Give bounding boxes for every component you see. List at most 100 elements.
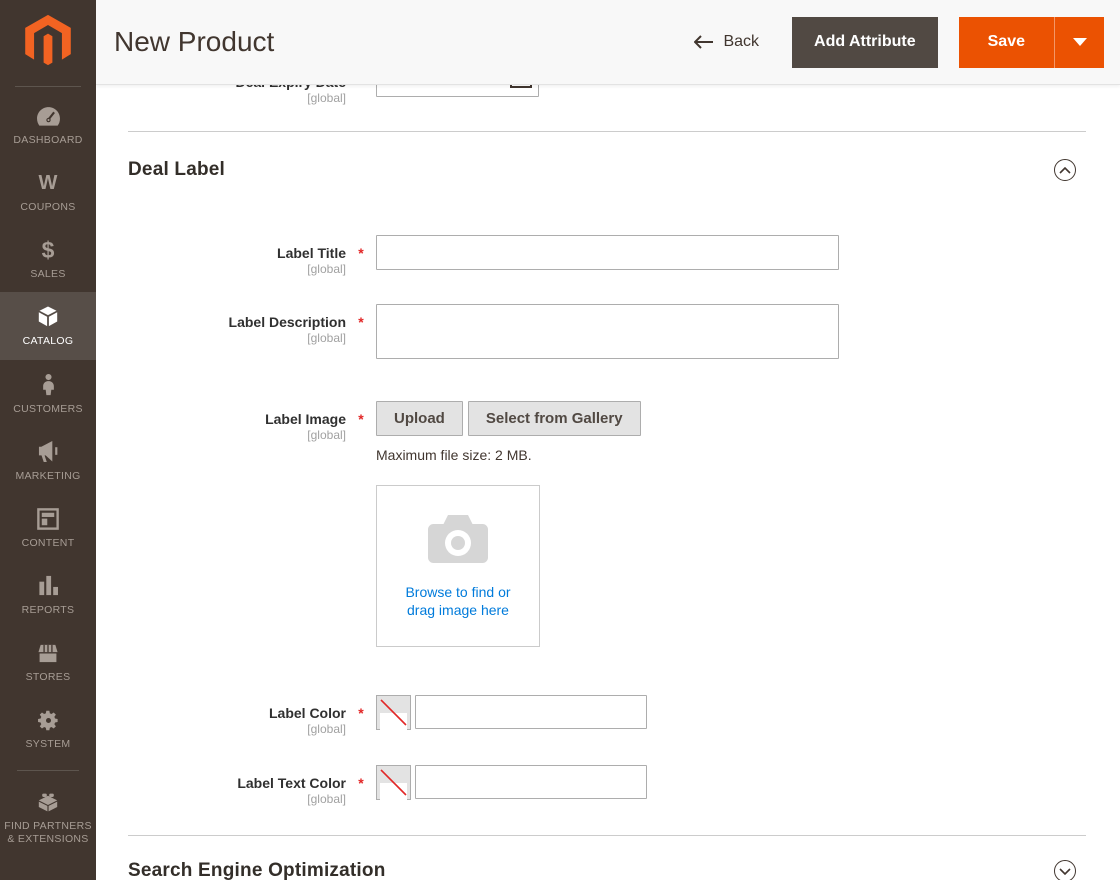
deal-expiry-date-field: Deal Expiry Date [global] — [128, 85, 1086, 105]
header-actions: Back Add Attribute Save — [694, 16, 1104, 68]
sidebar-item-dashboard[interactable]: DASHBOARD — [0, 91, 96, 158]
deal-expiry-date-label: Deal Expiry Date — [128, 85, 347, 90]
sidebar-item-label: STORES — [25, 671, 71, 683]
label-image-buttons: Upload Select from Gallery — [376, 401, 1086, 436]
deal-expiry-date-control — [376, 85, 1086, 97]
sidebar-divider — [17, 770, 79, 772]
sidebar-item-content[interactable]: CONTENT — [0, 494, 96, 561]
save-button[interactable]: Save — [959, 17, 1054, 68]
sidebar-item-customers[interactable]: CUSTOMERS — [0, 360, 96, 427]
add-attribute-button[interactable]: Add Attribute — [792, 16, 938, 68]
dashboard-gauge-icon — [36, 103, 61, 129]
reports-chart-icon — [37, 573, 60, 599]
max-file-size-hint: Maximum file size: 2 MB. — [376, 447, 532, 463]
label-color-input[interactable] — [415, 695, 647, 729]
seo-section-title: Search Engine Optimization — [128, 860, 386, 880]
stores-storefront-icon — [36, 640, 60, 666]
sidebar-item-label: CUSTOMERS — [13, 402, 83, 415]
upload-button[interactable]: Upload — [376, 401, 463, 436]
label-color-scope: [global] — [307, 722, 346, 736]
label-title-label: Label Title — [277, 245, 346, 261]
sidebar-item-coupons[interactable]: W COUPONS — [0, 158, 96, 225]
sidebar-item-label: CONTENT — [21, 536, 75, 549]
deal-label-section-title: Deal Label — [128, 159, 226, 180]
label-description-label: Label Description — [228, 314, 346, 330]
seo-section-header: Search Engine Optimization — [128, 860, 1086, 880]
sidebar-item-label: CATALOG — [22, 335, 74, 348]
sidebar-divider — [15, 86, 81, 87]
magento-logo[interactable] — [21, 13, 75, 74]
chevron-up-icon — [1059, 166, 1071, 174]
label-image-field: Label Image [global] * Upload Select fro… — [128, 401, 1086, 647]
back-arrow-icon — [694, 35, 714, 49]
label-color-swatch[interactable] — [376, 695, 411, 730]
dropzone-browse-link[interactable]: Browse to find or drag image here — [394, 583, 522, 619]
sidebar-item-label: REPORTS — [21, 603, 75, 616]
sidebar-item-stores[interactable]: STORES — [0, 628, 96, 695]
sidebar-item-label: MARKETING — [15, 469, 81, 482]
back-button[interactable]: Back — [694, 33, 759, 51]
sidebar-item-reports[interactable]: REPORTS — [0, 561, 96, 628]
section-divider — [128, 131, 1086, 132]
sidebar-item-marketing[interactable]: MARKETING — [0, 427, 96, 494]
save-options-toggle[interactable] — [1054, 16, 1104, 68]
sidebar-item-label: SYSTEM — [25, 738, 71, 751]
sidebar-item-label: FIND PARTNERS & EXTENSIONS — [4, 820, 92, 846]
required-marker: * — [358, 245, 364, 261]
sidebar-item-catalog[interactable]: CATALOG — [0, 292, 96, 360]
label-text-color-scope: [global] — [307, 792, 346, 806]
sales-dollar-icon: $ — [41, 236, 55, 263]
label-title-field: Label Title [global] * — [128, 235, 1086, 276]
label-color-field: Label Color [global] * — [128, 695, 1086, 736]
no-color-icon — [380, 699, 407, 730]
save-split-button: Save — [958, 16, 1104, 68]
label-color-label: Label Color — [268, 705, 346, 721]
label-text-color-field: Label Text Color [global] * — [128, 765, 1086, 806]
required-marker: * — [358, 705, 364, 721]
label-image-scope: [global] — [307, 428, 346, 442]
sidebar-item-find-partners[interactable]: FIND PARTNERS & EXTENSIONS — [0, 777, 96, 857]
extensions-icon — [36, 789, 60, 815]
label-description-input[interactable] — [376, 304, 839, 359]
admin-sidebar: DASHBOARD W COUPONS $ SALES CATALOG CUST… — [0, 0, 96, 880]
required-marker: * — [358, 411, 364, 427]
calendar-icon[interactable] — [510, 85, 532, 88]
magento-logo-icon — [25, 14, 71, 66]
back-button-label: Back — [723, 33, 760, 50]
page-title: New Product — [114, 26, 275, 57]
main-content: Deal Expiry Date [global] — [96, 85, 1120, 880]
collapse-section-button[interactable] — [1054, 159, 1076, 181]
required-marker: * — [358, 314, 364, 330]
label-text-color-label: Label Text Color — [237, 775, 346, 791]
label-text-color-input[interactable] — [415, 765, 647, 799]
label-description-field: Label Description [global] * — [128, 304, 1086, 364]
label-text-color-swatch[interactable] — [376, 765, 411, 800]
sidebar-item-label: SALES — [30, 268, 66, 281]
system-gear-icon — [37, 707, 60, 733]
image-dropzone[interactable]: Browse to find or drag image here — [376, 485, 540, 647]
deal-label-section-header: Deal Label — [128, 159, 1086, 181]
sidebar-item-system[interactable]: SYSTEM — [0, 695, 96, 762]
no-color-icon — [380, 769, 407, 800]
label-title-input[interactable] — [376, 235, 839, 270]
sidebar-nav: DASHBOARD W COUPONS $ SALES CATALOG CUST… — [0, 91, 96, 858]
deal-expiry-date-scope: [global] — [307, 91, 346, 105]
label-description-scope: [global] — [307, 331, 346, 345]
sidebar-item-label: COUPONS — [20, 201, 76, 214]
content-layout-icon — [37, 506, 59, 532]
deal-expiry-date-label-col: Deal Expiry Date [global] — [128, 85, 347, 105]
expand-section-button[interactable] — [1054, 860, 1076, 880]
sidebar-item-label: DASHBOARD — [13, 134, 83, 146]
customers-person-icon — [40, 372, 57, 398]
sidebar-item-sales[interactable]: $ SALES — [0, 225, 96, 292]
label-title-scope: [global] — [307, 262, 346, 276]
select-from-gallery-button[interactable]: Select from Gallery — [467, 401, 641, 436]
camera-icon — [428, 514, 488, 563]
coupons-icon: W — [38, 172, 58, 195]
page-header: New Product Back Add Attribute Save — [96, 0, 1120, 85]
marketing-megaphone-icon — [37, 439, 60, 465]
caret-down-icon — [1072, 38, 1087, 46]
chevron-down-icon — [1059, 867, 1071, 875]
label-image-label: Label Image — [265, 411, 346, 427]
required-marker: * — [358, 775, 364, 791]
